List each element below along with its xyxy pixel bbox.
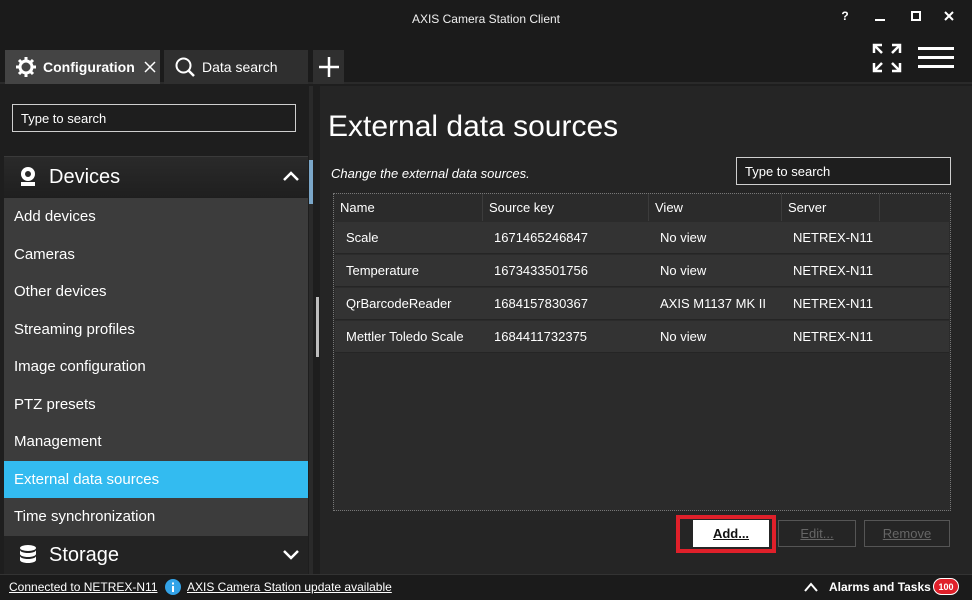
storage-section-header[interactable]: Storage [4, 536, 308, 574]
sidebar-item-label: Management [14, 433, 102, 451]
sidebar-item-streaming-profiles[interactable]: Streaming profiles [4, 311, 308, 349]
window-title: AXIS Camera Station Client [411, 12, 561, 26]
minimize-button[interactable] [869, 6, 891, 26]
panel-resize-handle[interactable] [316, 297, 319, 357]
sidebar-item-label: Image configuration [14, 358, 146, 376]
devices-label: Devices [49, 165, 121, 188]
sidebar-item-cameras[interactable]: Cameras [4, 236, 308, 274]
title-bar: AXIS Camera Station Client ? [0, 0, 972, 36]
cell-server: NETREX-N11 [793, 230, 873, 245]
main-panel: External data sources Change the externa… [320, 86, 972, 574]
cell-source-key: 1684411732375 [494, 329, 588, 344]
cell-view: No view [660, 230, 707, 245]
sidebar-item-external-data-sources[interactable]: External data sources [4, 460, 308, 498]
chevron-up-icon [283, 171, 299, 181]
page-description: Change the external data sources. [331, 166, 530, 181]
cell-name: Scale [346, 230, 379, 245]
sidebar-item-management[interactable]: Management [4, 423, 308, 461]
cell-source-key: 1671465246847 [494, 230, 588, 245]
sidebar-item-label: Add devices [14, 208, 96, 226]
fullscreen-icon[interactable] [871, 42, 903, 74]
sidebar-item-other-devices[interactable]: Other devices [4, 273, 308, 311]
sidebar-item-label: Cameras [14, 245, 75, 263]
cell-server: NETREX-N11 [793, 329, 873, 344]
close-icon [944, 11, 954, 21]
sidebar-item-label: PTZ presets [14, 395, 96, 413]
cell-server: NETREX-N11 [793, 263, 873, 278]
add-button[interactable]: Add... [693, 520, 769, 547]
storage-label: Storage [49, 543, 120, 566]
edit-button[interactable]: Edit... [778, 520, 856, 547]
status-bar: Connected to NETREX-N11 AXIS Camera Stat… [0, 574, 972, 600]
tab-data-search-label: Data search [202, 59, 278, 75]
sidebar-item-label: Streaming profiles [14, 320, 135, 338]
table-row[interactable]: QrBarcodeReader 1684157830367 AXIS M1137… [335, 288, 949, 320]
cell-view: No view [660, 263, 707, 278]
update-link[interactable]: AXIS Camera Station update available [187, 580, 392, 594]
alarm-count-badge: 100 [933, 578, 959, 595]
camera-devices-icon [16, 165, 40, 189]
tab-configuration-label: Configuration [43, 59, 135, 75]
sidebar-item-image-configuration[interactable]: Image configuration [4, 348, 308, 386]
info-icon [165, 579, 181, 595]
minimize-icon [875, 19, 885, 21]
cell-view: AXIS M1137 MK II [660, 296, 766, 311]
maximize-icon [911, 11, 921, 21]
search-icon [173, 55, 197, 79]
tab-bar: Configuration Data search [0, 36, 972, 84]
sidebar: Devices Add devices Cameras Other device… [0, 86, 313, 574]
remove-button[interactable]: Remove [864, 520, 950, 547]
column-header-name[interactable]: Name [334, 194, 483, 221]
cell-server: NETREX-N11 [793, 296, 873, 311]
sidebar-item-ptz-presets[interactable]: PTZ presets [4, 386, 308, 424]
database-icon [16, 543, 40, 567]
sidebar-scrollbar-thumb[interactable] [309, 160, 313, 204]
help-icon: ? [841, 9, 849, 23]
cell-source-key: 1673433501756 [494, 263, 588, 278]
sidebar-scrollbar[interactable] [309, 86, 313, 574]
plus-icon [318, 57, 339, 77]
hamburger-menu-icon[interactable] [918, 46, 954, 70]
table-row[interactable]: Temperature 1673433501756 No view NETREX… [335, 255, 949, 287]
table-search-input[interactable] [736, 157, 951, 185]
devices-nav-list: Add devices Cameras Other devices Stream… [4, 198, 308, 536]
table-row[interactable]: Mettler Toledo Scale 1684411732375 No vi… [335, 321, 949, 353]
close-window-button[interactable] [938, 6, 960, 26]
close-tab-icon[interactable] [144, 61, 156, 73]
cell-view: No view [660, 329, 707, 344]
table-row[interactable]: Scale 1671465246847 No view NETREX-N11 [335, 222, 949, 254]
sidebar-item-label: Time synchronization [14, 508, 156, 526]
cell-source-key: 1684157830367 [494, 296, 588, 311]
maximize-button[interactable] [905, 6, 927, 26]
sidebar-item-label: External data sources [14, 470, 160, 488]
sidebar-item-add-devices[interactable]: Add devices [4, 198, 308, 236]
column-header-source-key[interactable]: Source key [483, 194, 649, 221]
connection-link[interactable]: Connected to NETREX-N11 [9, 580, 158, 594]
cell-name: Mettler Toledo Scale [346, 329, 464, 344]
sidebar-item-time-synchronization[interactable]: Time synchronization [4, 498, 308, 536]
table-header: Name Source key View Server [334, 194, 950, 221]
help-button[interactable]: ? [834, 6, 856, 26]
column-header-view[interactable]: View [649, 194, 782, 221]
gear-icon [14, 55, 38, 79]
data-sources-table: Name Source key View Server Scale 167146… [333, 193, 951, 511]
page-title: External data sources [328, 110, 619, 143]
alarms-and-tasks-toggle[interactable]: Alarms and Tasks [829, 580, 931, 594]
devices-section-header[interactable]: Devices [4, 157, 308, 197]
add-tab-button[interactable] [313, 50, 344, 84]
sidebar-item-label: Other devices [14, 283, 107, 301]
tab-data-search[interactable]: Data search [164, 50, 308, 84]
sidebar-search-input[interactable] [12, 104, 296, 132]
chevron-down-icon [283, 550, 299, 560]
column-header-server[interactable]: Server [782, 194, 880, 221]
chevron-up-icon[interactable] [804, 581, 818, 593]
cell-name: Temperature [346, 263, 419, 278]
tab-configuration[interactable]: Configuration [5, 50, 160, 84]
cell-name: QrBarcodeReader [346, 296, 452, 311]
